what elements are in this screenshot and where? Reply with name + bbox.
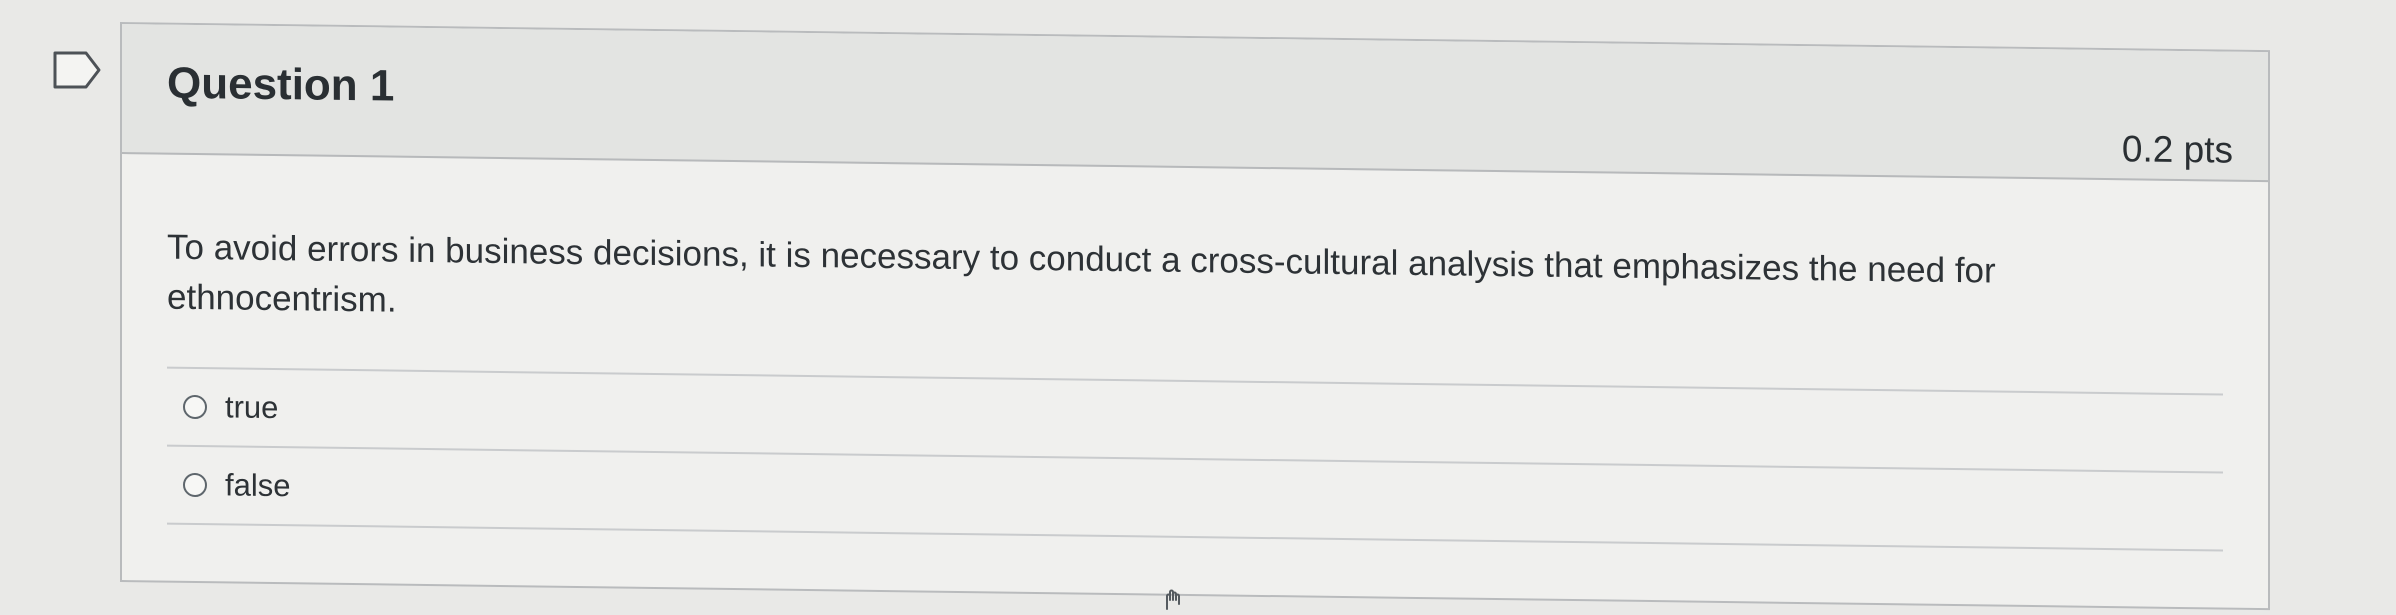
question-points: 0.2 pts <box>2121 128 2233 171</box>
hand-cursor-icon <box>1160 586 1184 610</box>
flag-question-icon[interactable] <box>52 50 104 90</box>
question-body: To avoid errors in business decisions, i… <box>122 154 2268 552</box>
answer-list: true false <box>167 366 2223 552</box>
question-card: Question 1 0.2 pts To avoid errors in bu… <box>120 22 2270 611</box>
answer-label-true: true <box>225 389 279 426</box>
question-title: Question 1 <box>167 58 395 111</box>
radio-button-true[interactable] <box>183 394 207 420</box>
question-text: To avoid errors in business decisions, i… <box>167 227 1996 320</box>
radio-button-false[interactable] <box>183 472 207 498</box>
answer-label-false: false <box>225 467 291 504</box>
